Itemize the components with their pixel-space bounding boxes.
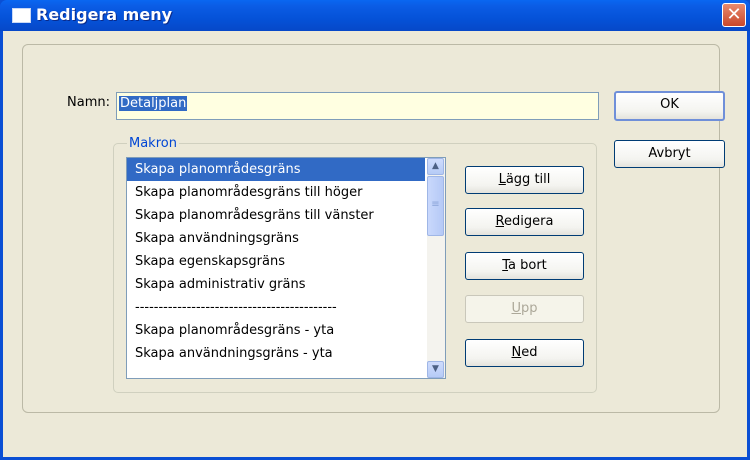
window-title: Redigera meny <box>36 5 173 24</box>
list-item[interactable]: Skapa egenskapsgräns <box>127 250 425 273</box>
title-bar[interactable]: Redigera meny ✕ <box>0 0 750 31</box>
macros-list: Skapa planområdesgräns Skapa planområdes… <box>127 158 425 365</box>
list-item[interactable]: Skapa planområdesgräns till höger <box>127 181 425 204</box>
edit-button[interactable]: Redigera <box>465 208 584 236</box>
list-item[interactable]: Skapa användningsgräns <box>127 227 425 250</box>
remove-button-label: a bort <box>508 258 547 273</box>
edit-button-label: edigera <box>504 214 554 229</box>
list-item[interactable]: Skapa planområdesgräns till vänster <box>127 204 425 227</box>
up-button-mnemonic: U <box>511 301 521 316</box>
name-label: Namn: <box>67 95 110 110</box>
add-button-label: ägg till <box>505 172 551 187</box>
cancel-button[interactable]: Avbryt <box>614 140 725 168</box>
name-input-value: Detaljplan <box>119 96 188 111</box>
add-button[interactable]: Lägg till <box>465 166 584 194</box>
list-item[interactable]: Skapa administrativ gräns <box>127 273 425 296</box>
close-icon[interactable]: ✕ <box>722 3 746 27</box>
list-item[interactable]: Skapa planområdesgräns <box>127 158 425 181</box>
ok-button[interactable]: OK <box>614 91 725 121</box>
remove-button[interactable]: Ta bort <box>465 252 584 280</box>
scrollbar-thumb[interactable]: ≡ <box>427 176 444 236</box>
name-input[interactable]: Detaljplan <box>116 92 599 120</box>
macros-group-label: Makron <box>127 136 179 151</box>
listbox-scrollbar[interactable]: ▲ ≡ ▼ <box>427 158 445 378</box>
up-button[interactable]: Upp <box>465 295 584 323</box>
down-button-label: ed <box>521 345 538 360</box>
list-item-separator[interactable]: ----------------------------------------… <box>127 296 425 319</box>
down-button[interactable]: Ned <box>465 339 584 367</box>
add-button-mnemonic: L <box>498 172 506 187</box>
macros-listbox[interactable]: Skapa planområdesgräns Skapa planområdes… <box>126 157 446 379</box>
list-item[interactable]: Skapa användningsgräns - yta <box>127 342 425 365</box>
window-icon <box>12 8 31 23</box>
down-button-mnemonic: N <box>511 345 522 360</box>
up-button-label: pp <box>521 301 538 316</box>
scroll-down-icon[interactable]: ▼ <box>427 361 444 378</box>
edit-button-mnemonic: R <box>495 214 504 229</box>
list-item[interactable]: Skapa planområdesgräns - yta <box>127 319 425 342</box>
scroll-up-icon[interactable]: ▲ <box>427 158 444 175</box>
